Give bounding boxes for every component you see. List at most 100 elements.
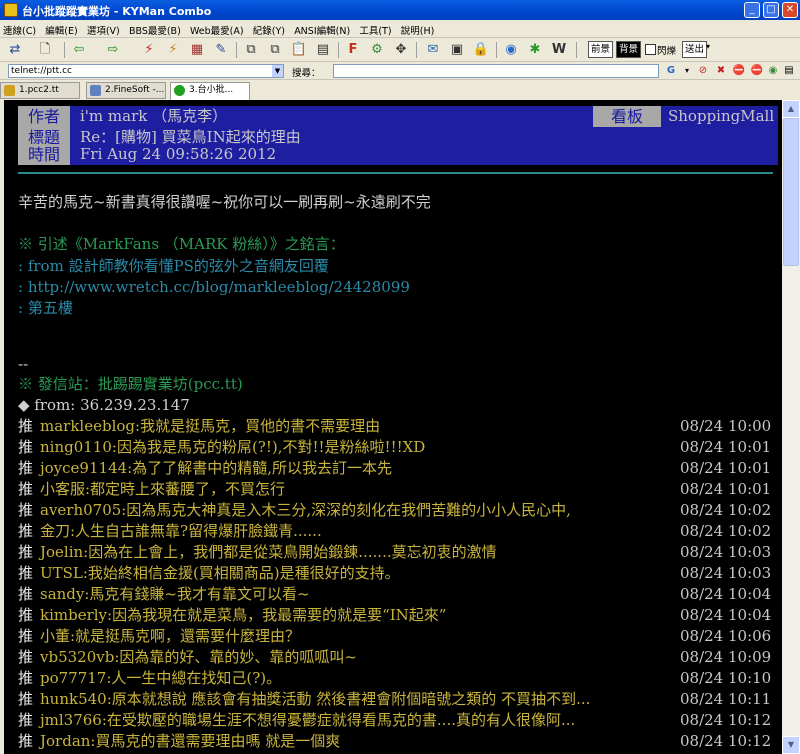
page-icon[interactable]: ▤ (782, 64, 796, 78)
new-window-icon[interactable]: 🗋 (36, 41, 54, 59)
push-tag: 推 (18, 690, 34, 708)
push-tag: 推 (18, 627, 34, 645)
push-text: ning0110:因為我是馬克的粉屌(?!),不對!!是粉絲啦!!!XD (40, 438, 426, 456)
close-tab-icon[interactable]: ▦ (188, 41, 206, 59)
blink-label: 閃爍 (657, 46, 677, 57)
push-time: 08/24 10:03 (680, 564, 772, 582)
menu-web-favorites[interactable]: Web最愛(A) (187, 20, 247, 37)
send-dropdown-icon[interactable]: ▾ (706, 42, 710, 51)
menu-bar: 連線(C) 編輯(E) 選項(V) BBS最愛(B) Web最愛(A) 紀錄(Y… (0, 20, 800, 38)
copy-ansi-icon[interactable]: ⧉ (266, 41, 284, 59)
author-label: 作者 (18, 106, 70, 127)
maximize-button[interactable]: □ (763, 2, 779, 18)
scrollbar[interactable]: ▲ ▼ (782, 100, 800, 754)
address-dropdown-icon[interactable]: ▼ (272, 65, 283, 77)
push-row: 推 jml3766:在受欺壓的職場生涯不想得憂鬱症就得看馬克的書....真的有人很… (18, 710, 778, 730)
font-icon[interactable]: F (344, 41, 362, 59)
back-icon[interactable]: ⇦ (70, 41, 88, 59)
signature-site: ※ 發信站：批踢踢實業坊(pcc.tt) (18, 375, 243, 393)
foreground-button[interactable]: 前景 (588, 41, 614, 58)
menu-options[interactable]: 選項(V) (84, 20, 123, 37)
push-time: 08/24 10:06 (680, 627, 772, 645)
menu-tools[interactable]: 工具(T) (356, 20, 394, 37)
push-row: 推 hunk540:原本就想說 應該會有抽獎活動 然後書裡會附個暗號之類的 不買抽… (18, 689, 778, 709)
push-row: 推 Joelin:因為在上會上，我們都是從菜鳥開始鍛鍊.......莫忘初衷的激情… (18, 542, 778, 562)
scroll-up-icon[interactable]: ▲ (782, 100, 800, 118)
signature-dash: -- (18, 355, 29, 373)
app-icon (4, 3, 18, 17)
push-time: 08/24 10:04 (680, 585, 772, 603)
tab-icon (90, 85, 101, 96)
pin-icon[interactable]: ✎ (212, 41, 230, 59)
blink-checkbox[interactable] (645, 44, 656, 55)
tab-taixiaopi[interactable]: 3.台小批... (170, 82, 250, 100)
stop-icon[interactable]: ⊘ (696, 64, 710, 78)
push-text: UTSL:我始終相信金援(買相關商品)是種很好的支持。 (40, 564, 400, 582)
tab-label: 1.pcc2.tt (19, 85, 59, 95)
minimize-button[interactable]: _ (744, 2, 760, 18)
post-body: 辛苦的馬克~新書真得很讚喔~祝你可以一刷再刷~永遠刷不完 (18, 193, 431, 211)
header-author-row: 作者 i'm mark （馬克李） 看板 ShoppingMall (18, 106, 778, 127)
menu-bbs-favorites[interactable]: BBS最愛(B) (126, 20, 184, 37)
fullscreen-icon[interactable]: ✥ (392, 41, 410, 59)
lock-icon[interactable]: 🔒 (472, 41, 490, 59)
push-text: 金刀:人生自古誰無靠?留得爆肝臉鐵青...... (40, 522, 322, 540)
push-row: 推小董:就是挺馬克啊，還需要什麼理由？ 08/24 10:06 (18, 626, 778, 646)
search-dropdown-icon[interactable]: ▾ (680, 64, 694, 78)
disconnect-icon[interactable]: ⚡ (140, 41, 158, 59)
menu-log[interactable]: 紀錄(Y) (250, 20, 288, 37)
push-tag: 推 (18, 669, 34, 687)
tab-pcc2[interactable]: 1.pcc2.tt (0, 82, 80, 99)
push-tag: 推 (18, 585, 34, 603)
push-tag: 推 (18, 459, 34, 477)
wikipedia-icon[interactable]: W (550, 41, 568, 59)
browser-icon[interactable]: ◉ (502, 41, 520, 59)
signature-from: ◆ from: 36.239.23.147 (18, 396, 190, 414)
send-button[interactable]: 送出 (682, 41, 708, 58)
menu-edit[interactable]: 編輯(E) (42, 20, 80, 37)
copy-icon[interactable]: ⧉ (242, 41, 260, 59)
search-input[interactable] (333, 64, 659, 78)
settings-icon[interactable]: ⚙ (368, 41, 386, 59)
menu-help[interactable]: 說明(H) (398, 20, 438, 37)
push-tag: 推 (18, 606, 34, 624)
menu-ansi-edit[interactable]: ANSI編輯(N) (291, 20, 353, 37)
quote-line: : http://www.wretch.cc/blog/markleeblog/… (18, 278, 410, 296)
bbs-icon[interactable]: ✱ (526, 41, 544, 59)
connect-icon[interactable]: ⇄ (6, 41, 24, 59)
push-text: Jordan:買馬克的書還需要理由嗎 就是一個爽 (40, 732, 341, 750)
google-icon[interactable]: G (664, 64, 678, 78)
push-text: hunk540:原本就想說 應該會有抽獎活動 然後書裡會附個暗號之類的 不買抽不… (40, 690, 591, 708)
select-all-icon[interactable]: ▤ (314, 41, 332, 59)
tab-finesoft[interactable]: 2.FineSoft -... (86, 82, 166, 99)
mail-icon[interactable]: ✉ (424, 41, 442, 59)
address-input[interactable] (8, 64, 284, 78)
close-button[interactable]: ✕ (782, 2, 798, 18)
home-icon[interactable]: ◉ (766, 64, 780, 78)
push-tag: 推 (18, 564, 34, 582)
paste-icon[interactable]: 📋 (290, 41, 308, 59)
tab-icon (174, 85, 185, 96)
scroll-thumb[interactable] (783, 118, 799, 266)
board-value: ShoppingMall (668, 107, 775, 125)
push-time: 08/24 10:12 (680, 711, 772, 729)
board-label: 看板 (593, 106, 661, 127)
scroll-down-icon[interactable]: ▼ (782, 736, 800, 754)
ad-block-icon[interactable]: ⛔ (732, 64, 746, 78)
menu-connect[interactable]: 連線(C) (0, 20, 39, 37)
reconnect-icon[interactable]: ⚡ (164, 41, 182, 59)
push-row: 推 ning0110:因為我是馬克的粉屌(?!),不對!!是粉絲啦!!!XD 08/… (18, 437, 778, 457)
tab-label: 2.FineSoft -... (105, 85, 165, 95)
antiidle-icon[interactable]: ▣ (448, 41, 466, 59)
push-text: markleeblog:我就是挺馬克，買他的書不需要理由 (40, 417, 381, 435)
background-button[interactable]: 背景 (616, 41, 642, 58)
push-time: 08/24 10:09 (680, 648, 772, 666)
push-time: 08/24 10:02 (680, 522, 772, 540)
push-text: kimberly:因為我現在就是菜鳥，我最需要的就是要“IN起來” (40, 606, 447, 624)
push-row: 推 averh0705:因為馬克大神真是入木三分,深深的刻化在我們苦難的小小人民心… (18, 500, 778, 520)
push-time: 08/24 10:10 (680, 669, 772, 687)
terminal-screen[interactable]: 作者 i'm mark （馬克李） 看板 ShoppingMall 標題 Re：… (4, 100, 782, 754)
block-icon[interactable]: ✖ (714, 64, 728, 78)
popup-block-icon[interactable]: ⛔ (750, 64, 764, 78)
forward-icon[interactable]: ⇨ (104, 41, 122, 59)
